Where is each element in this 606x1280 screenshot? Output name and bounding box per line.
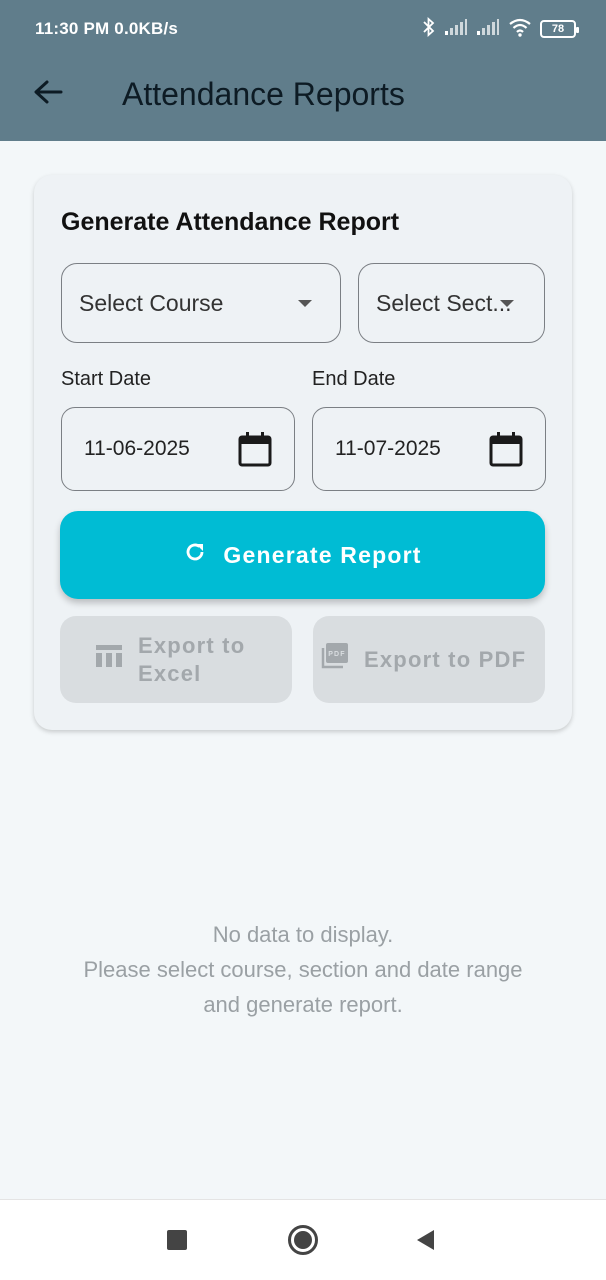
empty-state-message: No data to display. Please select course… (0, 917, 606, 1022)
status-bar: 11:30 PM 0.0KB/s 78 (0, 0, 606, 58)
pdf-icon: PDF (321, 643, 349, 676)
course-dropdown[interactable]: Select Course (61, 263, 341, 343)
refresh-icon (183, 540, 207, 570)
table-icon (96, 644, 122, 675)
export-pdf-button[interactable]: PDF Export to PDF (313, 616, 545, 703)
calendar-icon[interactable] (489, 431, 523, 472)
battery-icon: 78 (540, 20, 579, 38)
empty-state-line2: Please select course, section and date r… (83, 957, 523, 982)
arrow-left-icon (33, 79, 63, 110)
svg-text:PDF: PDF (328, 651, 346, 658)
signal-icon (476, 18, 500, 41)
export-excel-label: Export to Excel (138, 632, 245, 688)
status-time: 11:30 PM 0.0KB/s (35, 19, 179, 38)
calendar-icon[interactable] (238, 431, 272, 472)
export-excel-label-line1: Export to (138, 632, 246, 658)
generate-report-label: Generate Report (223, 541, 422, 568)
triangle-back-icon (414, 1228, 436, 1257)
bluetooth-icon (422, 16, 436, 42)
empty-state-line1: No data to display. (212, 922, 394, 947)
square-icon (166, 1229, 188, 1256)
end-date-field[interactable]: 11-07-2025 (312, 407, 546, 491)
course-dropdown-label: Select Course (79, 289, 224, 316)
wifi-icon (508, 17, 532, 42)
export-pdf-label: Export to PDF (364, 646, 527, 672)
app-bar: Attendance Reports (0, 58, 606, 141)
back-nav-button[interactable] (408, 1225, 442, 1259)
empty-state-line3: and generate report. (203, 992, 403, 1017)
start-date-label: Start Date (61, 368, 152, 390)
generate-report-button[interactable]: Generate Report (60, 511, 545, 599)
end-date-label: End Date (312, 368, 396, 390)
system-nav-bar (0, 1199, 606, 1280)
status-icons: 78 (422, 16, 579, 42)
section-dropdown-label: Select Sect... (376, 289, 512, 316)
circle-icon (287, 1224, 319, 1261)
signal-icon (444, 18, 468, 41)
export-excel-button[interactable]: Export to Excel (60, 616, 292, 703)
start-date-field[interactable]: 11-06-2025 (61, 407, 295, 491)
form-title: Generate Attendance Report (61, 208, 400, 236)
chevron-down-icon (500, 300, 514, 307)
export-excel-label-line2: Excel (138, 660, 202, 686)
chevron-down-icon (298, 300, 312, 307)
home-button[interactable] (286, 1224, 320, 1261)
recents-button[interactable] (160, 1225, 194, 1259)
report-form-card: Generate Attendance Report Select Course… (34, 175, 572, 730)
section-dropdown[interactable]: Select Sect... (358, 263, 545, 343)
page-title: Attendance Reports (122, 76, 405, 112)
back-button[interactable] (28, 74, 68, 114)
end-date-value: 11-07-2025 (335, 437, 441, 460)
start-date-value: 11-06-2025 (84, 437, 190, 460)
